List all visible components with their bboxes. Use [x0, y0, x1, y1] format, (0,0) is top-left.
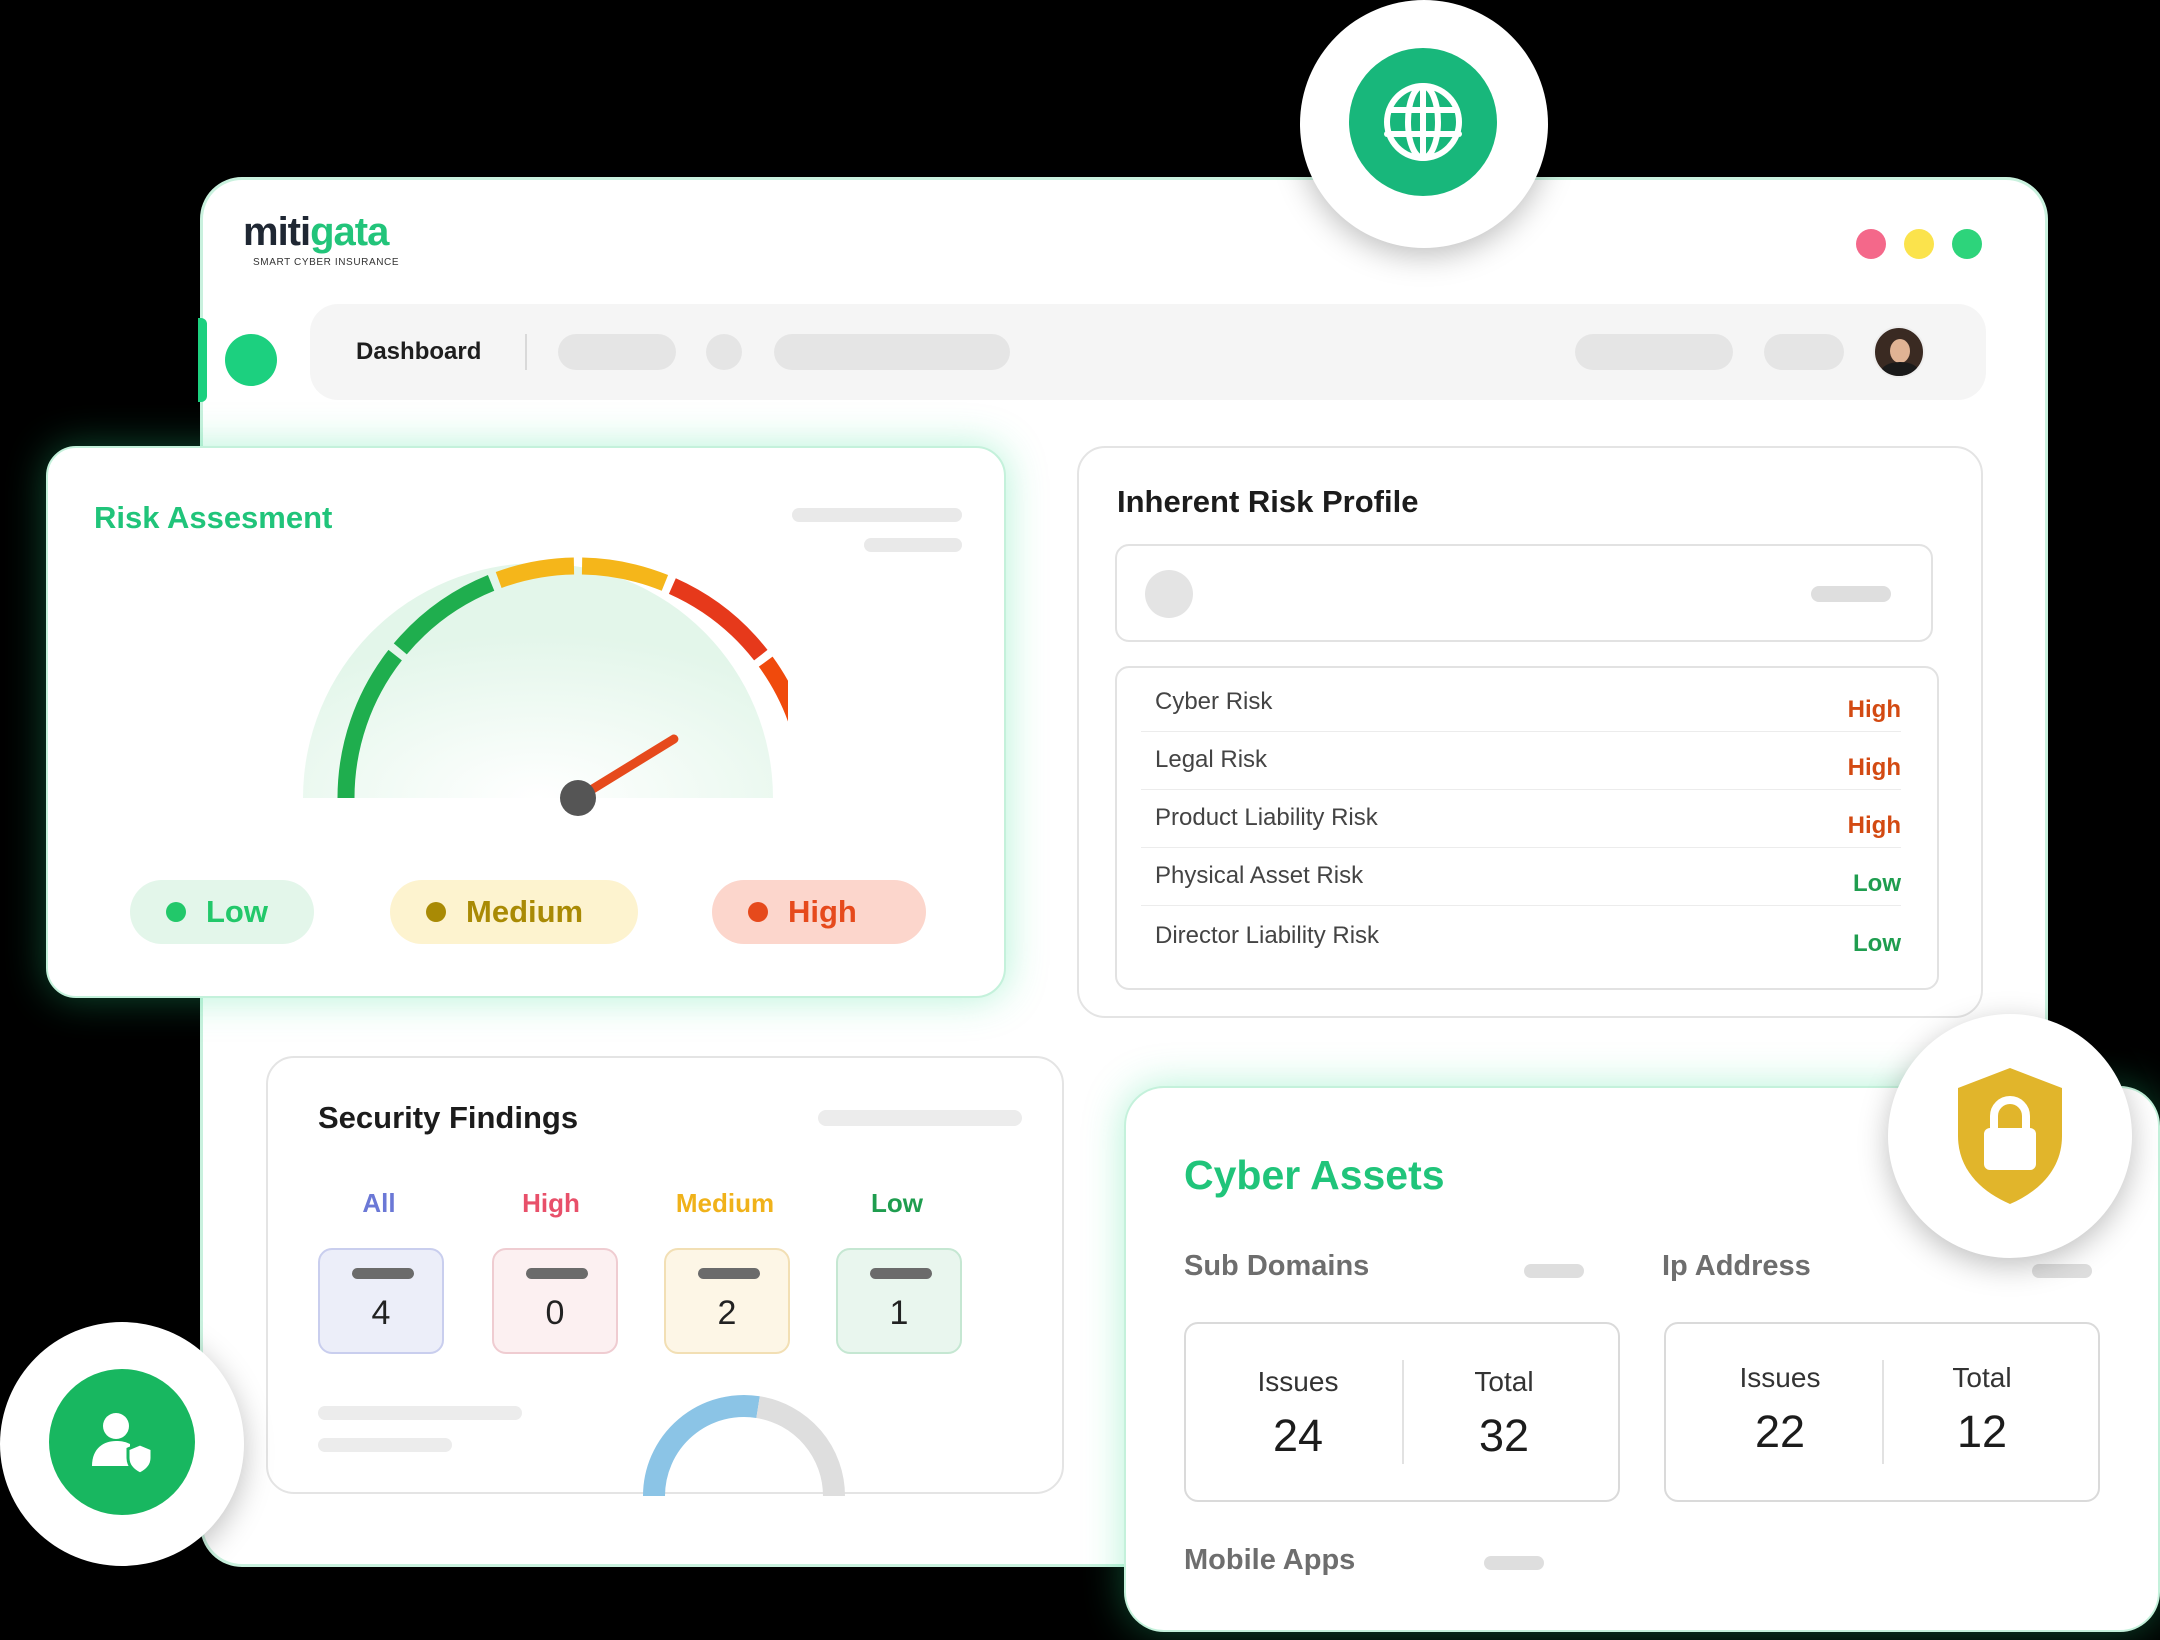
legend-medium-pill: Medium	[390, 880, 638, 944]
findings-count-low[interactable]: 1	[836, 1248, 962, 1354]
tab-low[interactable]: Low	[834, 1188, 960, 1219]
findings-count-high[interactable]: 0	[492, 1248, 618, 1354]
user-shield-icon	[92, 1413, 154, 1476]
findings-count-medium[interactable]: 2	[664, 1248, 790, 1354]
findings-count-all[interactable]: 4	[318, 1248, 444, 1354]
logo-tagline: SMART CYBER INSURANCE	[253, 257, 400, 268]
donut-segment-filled	[643, 1395, 760, 1496]
placeholder-line	[318, 1406, 522, 1420]
risk-gauge	[303, 557, 788, 816]
risk-value: High	[1847, 754, 1901, 781]
sub-domains-label: Sub Domains	[1184, 1250, 1370, 1282]
legend-medium-dot	[426, 902, 446, 922]
risk-assessment-title: Risk Assesment	[94, 500, 333, 535]
sub-domains-total-value: 32	[1478, 1410, 1530, 1461]
user-shield-badge	[0, 1322, 244, 1566]
risk-profile-table: Cyber Risk High Legal Risk High Product …	[1115, 666, 1939, 990]
security-findings-title: Security Findings	[318, 1100, 579, 1135]
nav-placeholder-icon[interactable]	[706, 334, 742, 370]
inherent-risk-profile-title: Inherent Risk Profile	[1117, 484, 1419, 519]
donut-segments	[643, 1395, 845, 1496]
legend-high-pill: High	[712, 880, 926, 944]
table-row: Cyber Risk High	[1141, 674, 1901, 732]
legend-low-dot	[166, 902, 186, 922]
tab-high[interactable]: High	[488, 1188, 614, 1219]
inherent-risk-profile-card: Inherent Risk Profile Cyber Risk High Le…	[1077, 446, 1983, 1018]
table-row: Director Liability Risk Low	[1155, 922, 1901, 957]
nav-placeholder-item[interactable]	[774, 334, 1010, 370]
gauge-pivot	[560, 780, 596, 816]
legend-low-pill: Low	[130, 880, 314, 944]
window-minimize-button[interactable]	[1904, 229, 1934, 259]
globe-icon	[1384, 83, 1462, 161]
nav-dashboard-link[interactable]: Dashboard	[356, 338, 481, 366]
placeholder-line	[2032, 1264, 2092, 1278]
placeholder-line	[1524, 1264, 1584, 1278]
table-row: Legal Risk High	[1141, 732, 1901, 790]
tab-medium[interactable]: Medium	[662, 1188, 788, 1219]
risk-value: High	[1847, 696, 1901, 723]
sub-domains-stats[interactable]: Issues 24 Total 32	[1184, 1322, 1620, 1502]
risk-assessment-card: Risk Assesment Low Medium High	[46, 446, 1006, 998]
window-maximize-button[interactable]	[1952, 229, 1982, 259]
findings-donut-chart	[643, 1395, 845, 1496]
placeholder-line	[318, 1438, 452, 1452]
cyber-assets-title: Cyber Assets	[1184, 1152, 1445, 1198]
table-row: Product Liability Risk High	[1141, 790, 1901, 848]
donut-segment-remaining	[756, 1396, 845, 1496]
tab-all[interactable]: All	[316, 1188, 442, 1219]
lock-shield-icon	[1958, 1068, 2062, 1204]
ip-address-total-value: 12	[1956, 1406, 2008, 1457]
lock-shield-badge	[1888, 1014, 2132, 1258]
selector-icon-placeholder	[1145, 570, 1193, 618]
placeholder-line	[818, 1110, 1022, 1126]
top-navbar: Dashboard	[310, 304, 1986, 400]
risk-value: Low	[1853, 930, 1901, 957]
selector-placeholder-line	[1811, 586, 1891, 602]
risk-profile-selector[interactable]	[1115, 544, 1933, 642]
ip-address-issues-value: 22	[1754, 1406, 1806, 1457]
placeholder-line	[792, 508, 962, 522]
nav-divider	[525, 334, 527, 370]
globe-badge	[1300, 0, 1548, 248]
nav-placeholder-item[interactable]	[1764, 334, 1844, 370]
mitigata-logo: mitigata SMART CYBER INSURANCE	[243, 210, 400, 268]
security-findings-card: Security Findings All High Medium Low 4 …	[266, 1056, 1064, 1496]
placeholder-line	[1484, 1556, 1544, 1570]
nav-placeholder-item[interactable]	[1575, 334, 1733, 370]
legend-high-dot	[748, 902, 768, 922]
sidebar-home-button[interactable]	[225, 334, 277, 386]
ip-address-stats[interactable]: Issues 22 Total 12	[1664, 1322, 2100, 1502]
mobile-apps-label: Mobile Apps	[1184, 1544, 1356, 1576]
nav-placeholder-item[interactable]	[558, 334, 676, 370]
table-row: Physical Asset Risk Low	[1141, 848, 1901, 906]
risk-value: High	[1847, 812, 1901, 839]
ip-address-label: Ip Address	[1662, 1250, 1811, 1282]
window-close-button[interactable]	[1856, 229, 1886, 259]
sub-domains-issues-value: 24	[1272, 1410, 1324, 1461]
placeholder-line	[864, 538, 962, 552]
user-avatar[interactable]	[1873, 326, 1925, 378]
risk-value: Low	[1853, 870, 1901, 897]
sidebar-active-indicator	[198, 318, 207, 402]
